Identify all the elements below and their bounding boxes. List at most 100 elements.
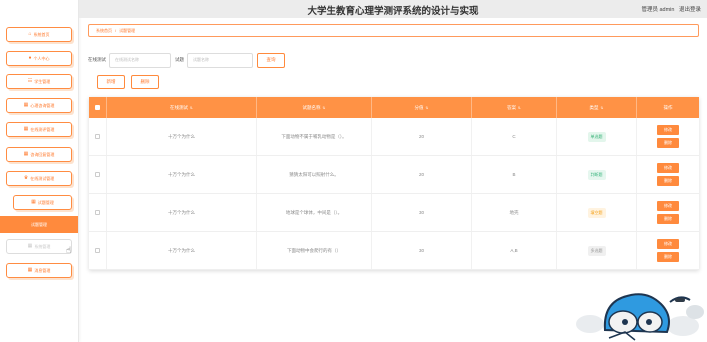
sidebar-item-messages[interactable]: ▦ 消息管理 (6, 263, 72, 278)
sidebar-item-label: 消息管理 (34, 267, 51, 273)
edit-button[interactable]: 修改 (657, 125, 679, 135)
row-checkbox[interactable] (95, 172, 100, 177)
page-title: 大学生教育心理学测评系统的设计与实现 (307, 6, 479, 17)
questions-table: 在线测试 ⇅ 试题名称 ⇅ 分值 ⇅ 答案 ⇅ 类型 ⇅ 操作 十万个为什么 下面动物不属… (89, 97, 699, 270)
sidebar-item-system[interactable]: ▦ 系统管理 (6, 239, 72, 254)
column-header-type[interactable]: 类型 ⇅ (557, 97, 637, 118)
cloud-mascot-illustration (576, 293, 704, 341)
table-header: 在线测试 ⇅ 试题名称 ⇅ 分值 ⇅ 答案 ⇅ 类型 ⇅ 操作 (89, 97, 699, 118)
logout-link[interactable]: 退出登录 (679, 7, 701, 13)
column-header-actions: 操作 (663, 104, 673, 110)
breadcrumb: 系统首页 / 试题管理 (88, 24, 699, 37)
trophy-icon: ♛ (23, 175, 29, 181)
column-header-test[interactable]: 在线测试 ⇅ (107, 97, 257, 118)
home-icon: ⌂ (28, 31, 32, 37)
breadcrumb-current: 试题管理 (119, 27, 136, 33)
grid-icon: ▦ (23, 102, 29, 108)
sidebar-item-label: 个人中心 (33, 55, 50, 61)
cell-test: 十万个为什么 (107, 194, 257, 231)
sidebar-item-questions[interactable]: ▦ 试题管理 (13, 195, 72, 210)
grid-icon: ▦ (31, 199, 36, 205)
query-button[interactable]: 查询 (257, 52, 285, 68)
grid-icon: ▦ (23, 126, 29, 132)
cell-score: 30 (372, 194, 472, 231)
table-row: 十万个为什么 地球是个球体，中间是（）。 30 地壳 填空题 修改 删除 (89, 194, 699, 232)
cell-answer: A,B (472, 232, 557, 269)
table-row: 十万个为什么 下面动物中会爬行的有（） 30 A,B 多选题 修改 删除 (89, 232, 699, 270)
cell-answer: B (472, 156, 557, 193)
sidebar-item-label: 系统管理 (34, 243, 51, 249)
type-badge: 多选题 (587, 245, 606, 256)
cell-question: 下面动物中会爬行的有（） (257, 232, 372, 269)
sidebar-item-label: 心理咨询管理 (30, 102, 55, 108)
user-icon: ● (28, 55, 32, 61)
top-header: 大学生教育心理学测评系统的设计与实现 管理员 admin 退出登录 (79, 0, 707, 18)
sidebar-item-label: 在线测评管理 (30, 126, 55, 132)
grid-icon: ▦ (27, 267, 33, 273)
batch-delete-button[interactable]: 删除 (131, 75, 159, 89)
delete-button[interactable]: 删除 (657, 138, 679, 148)
select-all-checkbox[interactable] (95, 105, 100, 110)
cell-test: 十万个为什么 (107, 118, 257, 155)
table-row: 十万个为什么 猜猜太阳可以照射什么。 20 B 判断题 修改 删除 (89, 156, 699, 194)
question-filter-label: 试题 (175, 57, 184, 62)
table-row: 十万个为什么 下面动物不属于哺乳动物是（）。 20 C 单选题 修改 删除 (89, 118, 699, 156)
sidebar-item-label: 试题管理 (37, 199, 54, 205)
search-bar: 在线测试 在线测试名称 试题 试题名称 查询 (88, 52, 285, 68)
sort-icon: ⇅ (600, 105, 604, 110)
edit-button[interactable]: 修改 (657, 163, 679, 173)
cell-test: 十万个为什么 (107, 232, 257, 269)
mouse-cursor-icon: ☝ (66, 245, 72, 255)
header-checkbox-cell (89, 97, 107, 118)
type-badge: 填空题 (587, 207, 606, 218)
row-checkbox[interactable] (95, 210, 100, 215)
delete-button[interactable]: 删除 (657, 214, 679, 224)
row-checkbox[interactable] (95, 134, 100, 139)
add-button[interactable]: 新增 (97, 75, 125, 89)
sidebar-item-students[interactable]: ☷ 学生管理 (6, 74, 72, 89)
cell-answer: 地壳 (472, 194, 557, 231)
action-bar: 新增 删除 (97, 75, 159, 89)
cell-question: 下面动物不属于哺乳动物是（）。 (257, 118, 372, 155)
delete-button[interactable]: 删除 (657, 176, 679, 186)
column-header-question[interactable]: 试题名称 ⇅ (257, 97, 372, 118)
test-filter-label: 在线测试 (88, 57, 106, 62)
grid-icon: ▦ (27, 243, 33, 249)
grid-icon: ▦ (23, 151, 29, 157)
test-name-input[interactable]: 在线测试名称 (109, 52, 171, 68)
sort-icon: ⇅ (518, 105, 521, 110)
row-checkbox[interactable] (95, 248, 100, 253)
user-role: 管理员 admin (641, 7, 675, 13)
question-name-input[interactable]: 试题名称 (187, 52, 253, 68)
cell-answer: C (472, 118, 557, 155)
sidebar-item-home[interactable]: ⌂ 系统首页 (6, 27, 72, 42)
cell-score: 20 (372, 156, 472, 193)
sort-icon: ⇅ (322, 105, 326, 110)
cell-question: 猜猜太阳可以照射什么。 (257, 156, 372, 193)
cell-score: 30 (372, 232, 472, 269)
column-header-score[interactable]: 分值 ⇅ (372, 97, 472, 118)
cell-score: 20 (372, 118, 472, 155)
sidebar: ⌂ 系统首页 ● 个人中心 ☷ 学生管理 ▦ 心理咨询管理 ▦ 在线测评管理 ▦… (0, 0, 79, 342)
sidebar-item-counseling[interactable]: ▦ 心理咨询管理 (6, 98, 72, 113)
sidebar-item-label: 系统首页 (33, 31, 50, 37)
type-badge: 判断题 (587, 169, 606, 180)
sidebar-item-assessment[interactable]: ▦ 在线测评管理 (6, 122, 72, 137)
cell-question: 地球是个球体，中间是（）。 (257, 194, 372, 231)
breadcrumb-separator: / (115, 28, 117, 33)
cell-test: 十万个为什么 (107, 156, 257, 193)
sidebar-item-online-test[interactable]: ♛ 在线测试管理 (6, 171, 72, 186)
sidebar-subitem-questions[interactable]: 试题管理 (0, 216, 78, 233)
sidebar-item-label: 咨询回复管理 (30, 151, 55, 157)
type-badge: 单选题 (587, 131, 606, 142)
breadcrumb-home[interactable]: 系统首页 (96, 28, 112, 34)
sidebar-item-replies[interactable]: ▦ 咨询回复管理 (6, 147, 72, 162)
sidebar-item-profile[interactable]: ● 个人中心 (6, 51, 72, 66)
edit-button[interactable]: 修改 (657, 201, 679, 211)
sidebar-item-label: 在线测试管理 (30, 175, 55, 181)
sidebar-item-label: 试题管理 (31, 221, 47, 227)
student-icon: ☷ (27, 78, 33, 84)
column-header-answer[interactable]: 答案 ⇅ (472, 97, 557, 118)
edit-button[interactable]: 修改 (657, 239, 679, 249)
delete-button[interactable]: 删除 (657, 252, 679, 262)
